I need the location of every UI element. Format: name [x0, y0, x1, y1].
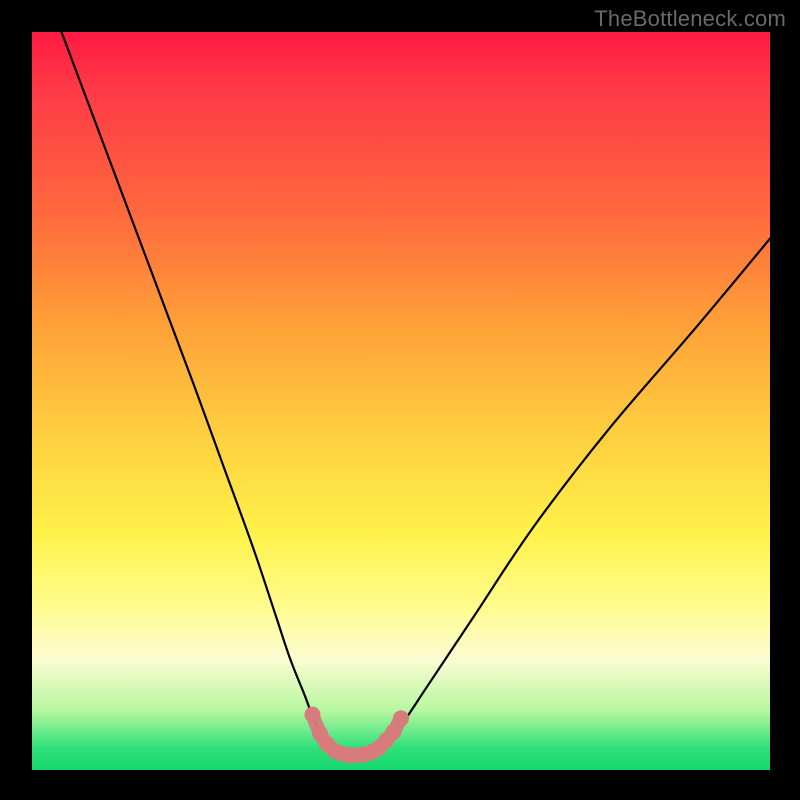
valley-marker-dots	[304, 707, 409, 764]
valley-marker-dot	[393, 710, 409, 726]
watermark-text: TheBottleneck.com	[594, 6, 786, 32]
bottleneck-curve	[62, 32, 770, 755]
curve-layer	[32, 32, 770, 770]
chart-frame: TheBottleneck.com	[0, 0, 800, 800]
valley-marker-dot	[304, 707, 320, 723]
